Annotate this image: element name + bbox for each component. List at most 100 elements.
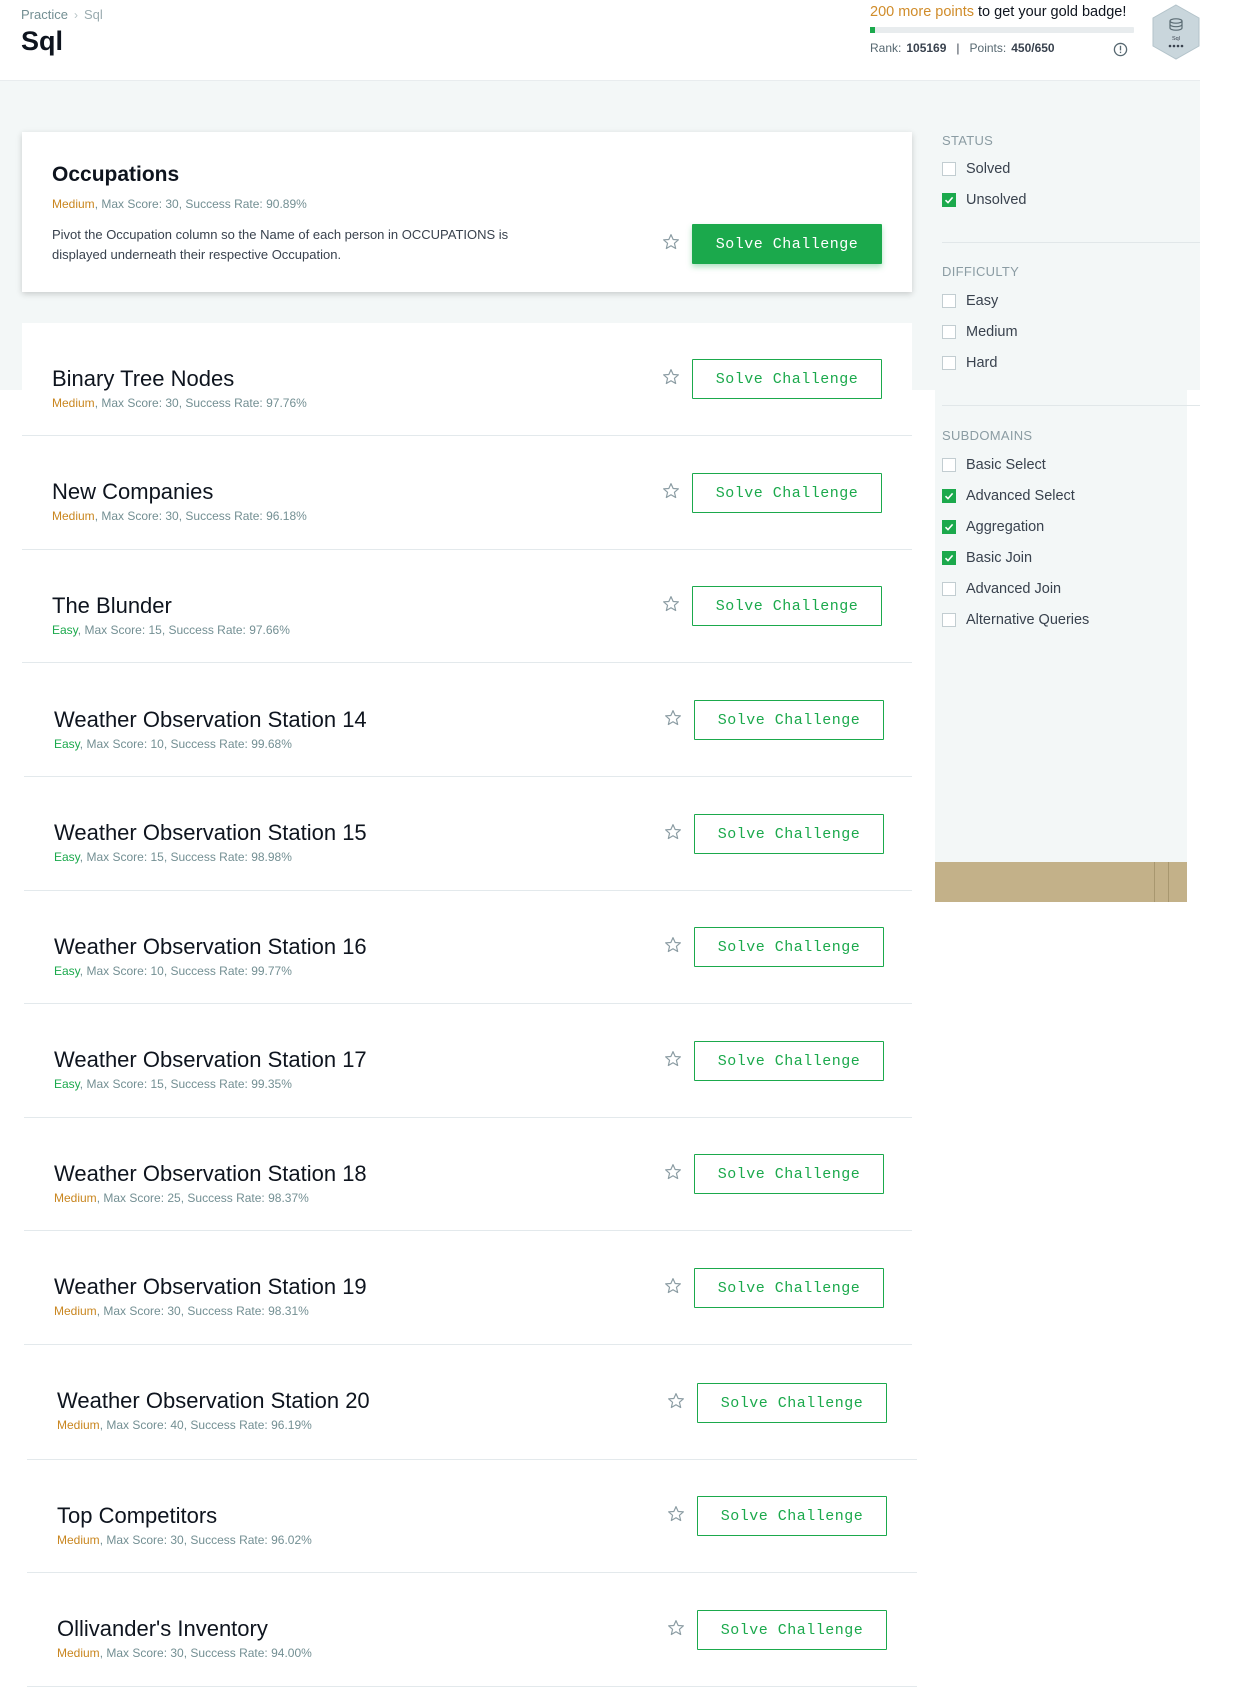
filter-option-label: Easy xyxy=(966,293,999,309)
bookmark-star-icon[interactable] xyxy=(662,595,680,613)
bookmark-star-icon[interactable] xyxy=(667,1505,685,1523)
rank-divider: | xyxy=(956,41,960,55)
bookmark-star-icon[interactable] xyxy=(667,1392,685,1410)
checkbox[interactable] xyxy=(942,325,956,339)
filter-option-advanced-join[interactable]: Advanced Join xyxy=(942,581,1061,597)
difficulty-label: Easy xyxy=(54,1077,80,1091)
checkbox-checked[interactable] xyxy=(942,520,956,534)
badge-label: Sql xyxy=(1172,36,1180,42)
solve-challenge-button[interactable]: Solve Challenge xyxy=(694,1154,884,1194)
bookmark-star-icon[interactable] xyxy=(664,823,682,841)
challenge-card[interactable]: The Blunder Easy, Max Score: 15, Success … xyxy=(22,550,912,663)
challenge-title[interactable]: The Blunder xyxy=(52,593,172,619)
challenge-card[interactable]: Weather Observation Station 17 Easy, Max … xyxy=(24,1004,912,1118)
solve-challenge-button[interactable]: Solve Challenge xyxy=(694,927,884,967)
checkbox-checked[interactable] xyxy=(942,551,956,565)
filter-option-easy[interactable]: Easy xyxy=(942,293,998,309)
filter-option-label: Solved xyxy=(966,161,1011,177)
challenge-title[interactable]: Ollivander's Inventory xyxy=(57,1616,268,1642)
rank-points-row: Rank: 105169 | Points: 450/650 xyxy=(870,41,1055,55)
filter-option-solved[interactable]: Solved xyxy=(942,161,1010,177)
solve-challenge-button[interactable]: Solve Challenge xyxy=(694,814,884,854)
challenge-title[interactable]: Weather Observation Station 17 xyxy=(54,1047,367,1073)
solve-challenge-button[interactable]: Solve Challenge xyxy=(692,224,882,264)
score-success-rate: , Max Score: 30, Success Rate: 97.76% xyxy=(94,396,307,410)
bookmark-star-icon[interactable] xyxy=(662,368,680,386)
bookmark-star-icon[interactable] xyxy=(664,936,682,954)
score-success-rate: , Max Score: 30, Success Rate: 90.89% xyxy=(94,197,307,211)
solve-challenge-button[interactable]: Solve Challenge xyxy=(694,700,884,740)
badge-progress-fill xyxy=(870,27,876,33)
checkbox-checked[interactable] xyxy=(942,489,956,503)
filter-option-advanced-select[interactable]: Advanced Select xyxy=(942,488,1075,504)
challenge-card[interactable]: Top Competitors Medium, Max Score: 30, Su… xyxy=(27,1460,917,1573)
filter-option-basic-join[interactable]: Basic Join xyxy=(942,550,1032,566)
challenge-meta: Easy, Max Score: 15, Success Rate: 97.66… xyxy=(52,623,290,637)
filter-option-alternative-queries[interactable]: Alternative Queries xyxy=(942,612,1089,628)
challenge-card[interactable]: Occupations Medium, Max Score: 30, Succes… xyxy=(22,132,912,292)
challenge-description: Pivot the Occupation column so the Name … xyxy=(52,227,509,262)
filter-option-basic-select[interactable]: Basic Select xyxy=(942,457,1046,473)
bookmark-star-icon[interactable] xyxy=(664,709,682,727)
solve-challenge-button[interactable]: Solve Challenge xyxy=(697,1383,887,1423)
solve-challenge-button[interactable]: Solve Challenge xyxy=(692,473,882,513)
challenge-title[interactable]: Weather Observation Station 15 xyxy=(54,820,367,846)
difficulty-label: Medium xyxy=(52,396,95,410)
challenge-title[interactable]: Weather Observation Station 19 xyxy=(54,1274,367,1300)
challenge-title[interactable]: Weather Observation Station 20 xyxy=(57,1388,370,1414)
bookmark-star-icon[interactable] xyxy=(662,233,680,251)
sql-badge-icon[interactable]: Sql xyxy=(1151,4,1201,60)
challenge-card[interactable]: New Companies Medium, Max Score: 30, Succ… xyxy=(22,436,912,550)
solve-challenge-button[interactable]: Solve Challenge xyxy=(697,1610,887,1650)
challenge-title[interactable]: Binary Tree Nodes xyxy=(52,366,234,392)
solve-challenge-button[interactable]: Solve Challenge xyxy=(692,359,882,399)
challenge-title[interactable]: Weather Observation Station 18 xyxy=(54,1161,367,1187)
challenge-title[interactable]: Top Competitors xyxy=(57,1503,217,1529)
checkbox[interactable] xyxy=(942,162,956,176)
checkbox[interactable] xyxy=(942,613,956,627)
info-icon[interactable] xyxy=(1113,42,1128,57)
bookmark-star-icon[interactable] xyxy=(664,1277,682,1295)
challenge-card[interactable]: Weather Observation Station 20 Medium, Ma… xyxy=(27,1345,917,1460)
challenge-title[interactable]: Weather Observation Station 16 xyxy=(54,934,367,960)
checkbox[interactable] xyxy=(942,356,956,370)
filter-option-unsolved[interactable]: Unsolved xyxy=(942,192,1026,208)
challenge-meta: Easy, Max Score: 10, Success Rate: 99.68… xyxy=(54,737,292,751)
challenge-card[interactable]: Binary Tree Nodes Medium, Max Score: 30, … xyxy=(22,323,912,436)
score-success-rate: , Max Score: 10, Success Rate: 99.68% xyxy=(79,737,292,751)
challenge-meta: Medium, Max Score: 30, Success Rate: 96.… xyxy=(52,509,307,523)
bookmark-star-icon[interactable] xyxy=(664,1050,682,1068)
challenge-title[interactable]: Occupations xyxy=(52,163,179,187)
breadcrumb-practice-link[interactable]: Practice xyxy=(21,7,68,22)
solve-challenge-button[interactable]: Solve Challenge xyxy=(694,1041,884,1081)
filter-option-label: Basic Join xyxy=(966,550,1033,566)
checkbox[interactable] xyxy=(942,458,956,472)
difficulty-label: Medium xyxy=(54,1191,97,1205)
page-header: Practice › Sql Sql 200 more points to ge… xyxy=(0,0,1200,81)
solve-challenge-button[interactable]: Solve Challenge xyxy=(692,586,882,626)
filter-divider xyxy=(942,405,1200,406)
challenge-card[interactable]: Weather Observation Station 19 Medium, Ma… xyxy=(24,1231,912,1345)
chevron-right-icon: › xyxy=(73,7,78,22)
challenge-card[interactable]: Ollivander's Inventory Medium, Max Score:… xyxy=(27,1573,917,1687)
solve-challenge-button[interactable]: Solve Challenge xyxy=(694,1268,884,1308)
challenge-card[interactable]: Weather Observation Station 18 Medium, Ma… xyxy=(24,1118,912,1231)
challenge-card[interactable]: Weather Observation Station 15 Easy, Max … xyxy=(24,777,912,891)
challenge-title[interactable]: Weather Observation Station 14 xyxy=(54,707,367,733)
checkbox[interactable] xyxy=(942,582,956,596)
filter-option-medium[interactable]: Medium xyxy=(942,324,1018,340)
challenge-card[interactable]: Weather Observation Station 16 Easy, Max … xyxy=(24,891,912,1004)
solve-challenge-button[interactable]: Solve Challenge xyxy=(697,1496,887,1536)
filter-option-aggregation[interactable]: Aggregation xyxy=(942,519,1044,535)
challenge-title[interactable]: New Companies xyxy=(52,479,213,505)
checkbox-checked[interactable] xyxy=(942,193,956,207)
bookmark-star-icon[interactable] xyxy=(664,1163,682,1181)
bookmark-star-icon[interactable] xyxy=(662,482,680,500)
points-needed: 200 more points xyxy=(870,4,974,20)
challenge-card[interactable]: Weather Observation Station 14 Easy, Max … xyxy=(24,664,912,777)
checkbox[interactable] xyxy=(942,294,956,308)
difficulty-label: Medium xyxy=(57,1418,100,1432)
filter-option-hard[interactable]: Hard xyxy=(942,355,997,371)
bookmark-star-icon[interactable] xyxy=(667,1619,685,1637)
challenge-meta: Medium, Max Score: 30, Success Rate: 90.… xyxy=(52,197,307,211)
